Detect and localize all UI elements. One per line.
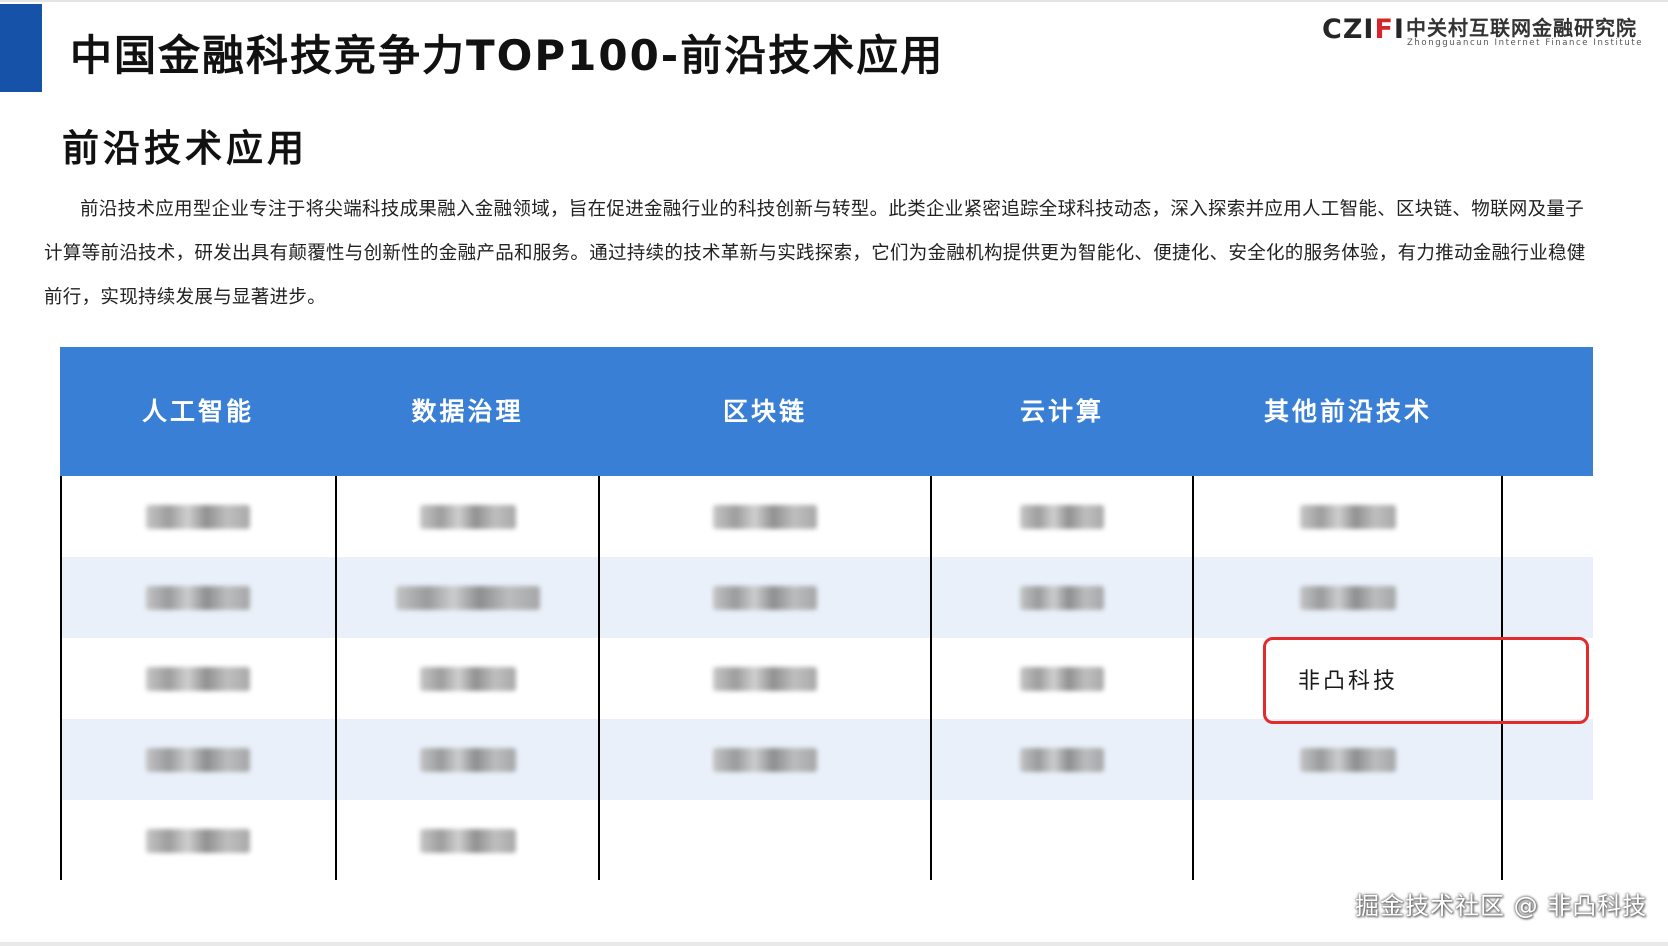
highlight-box [1263, 637, 1589, 724]
redacted-name [1020, 747, 1104, 772]
table-cell [599, 557, 931, 638]
redacted-name [1300, 585, 1396, 610]
company-table: 人工智能 数据治理 区块链 云计算 其他前沿技术 非凸科技 [60, 347, 1593, 880]
table-cell [1193, 557, 1503, 638]
logo-mark: CZIFI [1322, 14, 1405, 45]
redacted-name [713, 747, 817, 772]
logo-name-en: Zhongguancun Internet Finance Institute [1407, 38, 1644, 48]
redacted-name [1300, 504, 1396, 529]
table-cell [60, 476, 336, 557]
redacted-name [1020, 585, 1104, 610]
table-header: 人工智能 数据治理 区块链 云计算 其他前沿技术 [60, 347, 1593, 476]
redacted-name [146, 504, 250, 529]
table-cell [931, 719, 1193, 800]
table-cell [599, 638, 931, 719]
watermark: 掘金技术社区 @ 非凸科技 [1355, 892, 1648, 920]
top-rule [0, 0, 1668, 2]
redacted-name [146, 666, 250, 691]
page-title: 中国金融科技竞争力TOP100-前沿技术应用 [70, 31, 945, 80]
redacted-name [1020, 504, 1104, 529]
column-header-other-tech: 其他前沿技术 [1263, 397, 1432, 426]
redacted-name [146, 828, 250, 853]
redacted-name [146, 585, 250, 610]
institute-logo: CZIFI 中关村互联网金融研究院 Zhongguancun Internet … [1322, 12, 1658, 52]
title-accent-bar [0, 4, 42, 92]
table-cell [931, 638, 1193, 719]
table-cell [60, 719, 336, 800]
bottom-rule [0, 942, 1668, 946]
column-header-ai: 人工智能 [141, 397, 254, 426]
table-cell [336, 557, 599, 638]
redacted-name [419, 747, 516, 772]
table-cell [931, 557, 1193, 638]
redacted-name [419, 666, 516, 691]
redacted-name [713, 666, 817, 691]
table-cell [1193, 719, 1503, 800]
column-header-cloud: 云计算 [1019, 397, 1104, 426]
redacted-name [395, 585, 540, 610]
logo-name-cn: 中关村互联网金融研究院 [1406, 16, 1637, 40]
redacted-name [146, 747, 250, 772]
section-title: 前沿技术应用 [62, 126, 308, 170]
table-cell [599, 719, 931, 800]
redacted-name [1300, 747, 1396, 772]
table-cell [336, 719, 599, 800]
redacted-name [713, 585, 817, 610]
table-cell [931, 476, 1193, 557]
redacted-name [419, 828, 516, 853]
table-cell [60, 638, 336, 719]
table-cell [1193, 476, 1503, 557]
table-cell [336, 476, 599, 557]
table-cell [336, 638, 599, 719]
redacted-name [1020, 666, 1104, 691]
table-cell [336, 800, 599, 881]
table-cell [599, 476, 931, 557]
intro-paragraph: 前沿技术应用型企业专注于将尖端科技成果融入金融领域，旨在促进金融行业的科技创新与… [44, 199, 1586, 308]
table-cell [60, 557, 336, 638]
column-header-blockchain: 区块链 [722, 397, 807, 426]
redacted-name [419, 504, 516, 529]
table-cell [60, 800, 336, 881]
column-header-data-governance: 数据治理 [411, 397, 524, 426]
redacted-name [713, 504, 817, 529]
